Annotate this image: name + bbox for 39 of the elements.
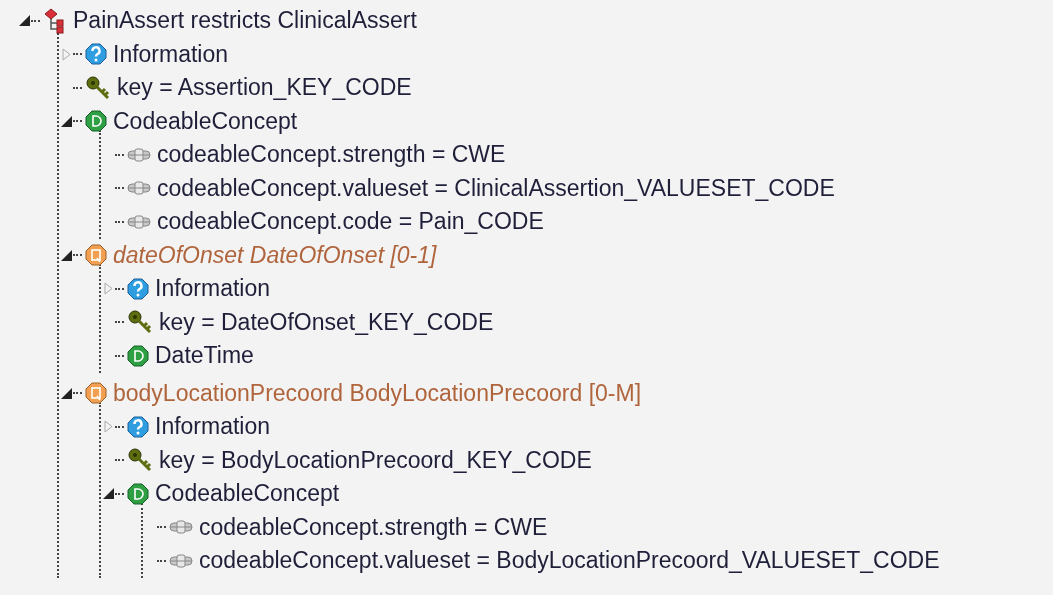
- collapse-arrow-icon[interactable]: [60, 387, 72, 399]
- key-icon: [127, 309, 153, 336]
- tree-node-label[interactable]: codeableConcept.strength = CWE: [199, 513, 548, 541]
- tree-node-label[interactable]: CodeableConcept: [155, 480, 340, 508]
- key-icon: [127, 447, 153, 474]
- tree-node-label[interactable]: key = BodyLocationPrecoord_KEY_CODE: [159, 446, 592, 474]
- tree-node-label[interactable]: codeableConcept.code = Pain_CODE: [157, 208, 544, 236]
- collapse-arrow-icon[interactable]: [60, 115, 72, 127]
- help-icon: [127, 415, 149, 438]
- tree-node-label[interactable]: PainAssert restricts ClinicalAssert: [73, 7, 417, 35]
- help-icon: [85, 43, 107, 66]
- tree-node-label[interactable]: key = Assertion_KEY_CODE: [117, 74, 412, 102]
- tree-node-label[interactable]: CodeableConcept: [113, 107, 298, 135]
- tree-node-label[interactable]: Information: [155, 275, 271, 303]
- tree-node-label[interactable]: Information: [155, 413, 271, 441]
- key-icon: [85, 74, 111, 101]
- tree-node-label[interactable]: dateOfOnset DateOfOnset [0-1]: [113, 241, 437, 269]
- tree-node-label[interactable]: key = DateOfOnset_KEY_CODE: [159, 308, 494, 336]
- collapse-arrow-icon[interactable]: [102, 488, 114, 500]
- tree-node-label[interactable]: codeableConcept.valueset = BodyLocationPrecoord_VALUESET_CODE: [199, 547, 940, 575]
- collapse-arrow-icon[interactable]: [18, 15, 30, 27]
- tree-node-label[interactable]: Information: [113, 40, 229, 68]
- tree-node-label[interactable]: codeableConcept.strength = CWE: [157, 141, 506, 169]
- package-icon: [43, 7, 67, 34]
- link-icon: [127, 147, 151, 162]
- link-icon: [127, 214, 151, 229]
- datatype-icon: [85, 110, 107, 133]
- link-icon: [127, 181, 151, 196]
- datatype-icon: [127, 482, 149, 505]
- tree-node-label[interactable]: DateTime: [155, 342, 254, 370]
- datatype-icon: [127, 344, 149, 367]
- link-icon: [169, 553, 193, 568]
- collapse-arrow-icon[interactable]: [60, 249, 72, 261]
- tree-node-label[interactable]: bodyLocationPrecoord BodyLocationPrecoord [0-M]: [113, 379, 642, 407]
- property-icon: [85, 382, 107, 405]
- property-icon: [85, 244, 107, 267]
- tree-node-label[interactable]: codeableConcept.valueset = ClinicalAssertion_VALUESET_CODE: [157, 174, 835, 202]
- help-icon: [127, 277, 149, 300]
- link-icon: [169, 520, 193, 535]
